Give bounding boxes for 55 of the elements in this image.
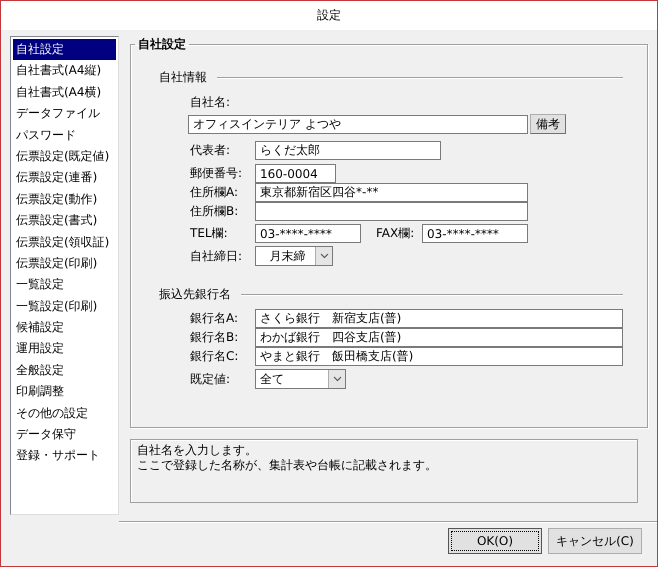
dropdown[interactable]: 月末締 — [255, 246, 333, 266]
field-label: 銀行名C: — [190, 348, 240, 365]
text-field[interactable]: 東京都新宿区四谷*-** — [255, 183, 528, 202]
sidebar-item[interactable]: 伝票設定(書式) — [13, 210, 116, 232]
sidebar-item[interactable]: 自社設定 — [13, 39, 116, 60]
sidebar-item[interactable]: 候補設定 — [13, 317, 116, 338]
group-title: 自社設定 — [137, 36, 187, 53]
window-title: 設定 — [317, 7, 341, 24]
sidebar-item[interactable]: データファイル — [13, 103, 116, 125]
text-field[interactable]: やまと銀行 飯田橋支店(普) — [255, 347, 623, 366]
description-text: 自社名を入力します。 — [137, 443, 258, 458]
text-field[interactable]: 160-0004 — [255, 164, 336, 183]
chevron-down-icon — [332, 376, 342, 382]
field-label: 自社名: — [190, 94, 232, 111]
field-label: FAX欄: — [375, 225, 416, 242]
text-field[interactable]: さくら銀行 新宿支店(普) — [255, 309, 623, 328]
field-label: 銀行名A: — [190, 310, 240, 327]
field-label: 代表者: — [190, 142, 232, 159]
sidebar-item[interactable]: その他の設定 — [13, 402, 116, 424]
sidebar-item[interactable]: 伝票設定(印刷) — [13, 252, 116, 274]
field-label: TEL欄: — [190, 225, 229, 242]
text-field[interactable] — [255, 202, 528, 221]
sidebar-item[interactable]: 自社書式(A4縦) — [13, 60, 116, 82]
field-label: 郵便番号: — [190, 165, 244, 182]
field-label: 住所欄B: — [190, 203, 240, 220]
sidebar-item[interactable]: 自社書式(A4横) — [13, 82, 116, 104]
sidebar-item[interactable]: 運用設定 — [13, 338, 116, 360]
dropdown[interactable]: 全て — [255, 369, 346, 389]
field-label: 既定値: — [190, 370, 232, 388]
sidebar-item[interactable]: 伝票設定(動作) — [13, 188, 116, 210]
field-label: 自社締日: — [190, 248, 244, 264]
field-label: 住所欄A: — [190, 184, 240, 201]
text-field[interactable]: オフィスインテリア よつや — [188, 114, 528, 134]
text-field[interactable]: 03-****-**** — [422, 224, 528, 243]
text-field[interactable]: わかば銀行 四谷支店(普) — [255, 328, 623, 347]
chevron-down-icon — [320, 253, 328, 259]
memo-button[interactable]: 備考 — [530, 114, 566, 134]
text-field[interactable]: 03-****-**** — [255, 224, 361, 243]
section-heading: 自社情報 — [159, 69, 207, 86]
sidebar-item[interactable]: 伝票設定(既定値) — [13, 146, 116, 168]
sidebar-item[interactable]: 印刷調整 — [13, 381, 116, 403]
sidebar-item[interactable]: 伝票設定(領収証) — [13, 232, 116, 253]
text-field[interactable]: らくだ太郎 — [255, 141, 441, 160]
description-text: ここで登録した名称が、集計表や台帳に記載されます。 — [137, 458, 438, 473]
field-label: 銀行名B: — [190, 329, 240, 346]
sidebar-item[interactable]: 一覧設定 — [13, 274, 116, 296]
sidebar-item[interactable]: パスワード — [13, 124, 116, 146]
sidebar-item[interactable]: データ保守 — [13, 424, 116, 446]
ok-button[interactable]: OK(O) — [448, 528, 542, 554]
sidebar-item[interactable]: 伝票設定(連番) — [13, 167, 116, 189]
section-heading: 振込先銀行名 — [159, 286, 231, 303]
cancel-button[interactable]: キャンセル(C) — [548, 528, 642, 554]
sidebar-item[interactable]: 全般設定 — [13, 360, 116, 382]
sidebar-item[interactable]: 登録・サポート — [13, 445, 116, 467]
sidebar-item[interactable]: 一覧設定(印刷) — [13, 296, 116, 318]
